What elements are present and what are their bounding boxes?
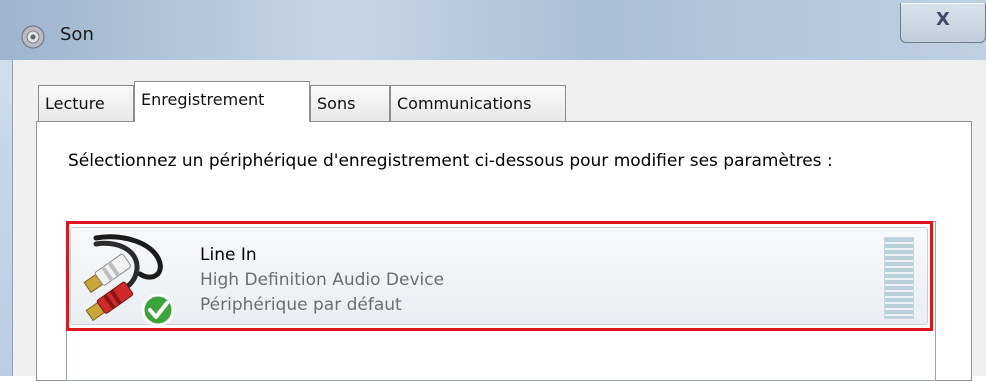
green-check-icon (141, 293, 175, 327)
title-bar[interactable]: Son X (0, 0, 986, 60)
speaker-icon (21, 25, 45, 49)
window-title: Son (60, 24, 94, 45)
rca-cable-icon (83, 234, 175, 327)
audio-level-meter (884, 237, 914, 319)
close-button[interactable]: X (900, 3, 986, 43)
close-icon: X (936, 9, 950, 30)
instruction-text: Sélectionnez un périphérique d'enregistr… (68, 151, 833, 171)
tab-enregistrement[interactable]: Enregistrement (134, 81, 310, 122)
device-name: Line In (200, 245, 257, 265)
tab-lecture[interactable]: Lecture (38, 85, 134, 121)
device-status: Périphérique par défaut (200, 295, 402, 315)
tab-communications[interactable]: Communications (390, 85, 566, 121)
device-description: High Definition Audio Device (200, 270, 445, 290)
device-row-line-in[interactable] (70, 227, 928, 325)
tab-sons[interactable]: Sons (310, 85, 390, 121)
